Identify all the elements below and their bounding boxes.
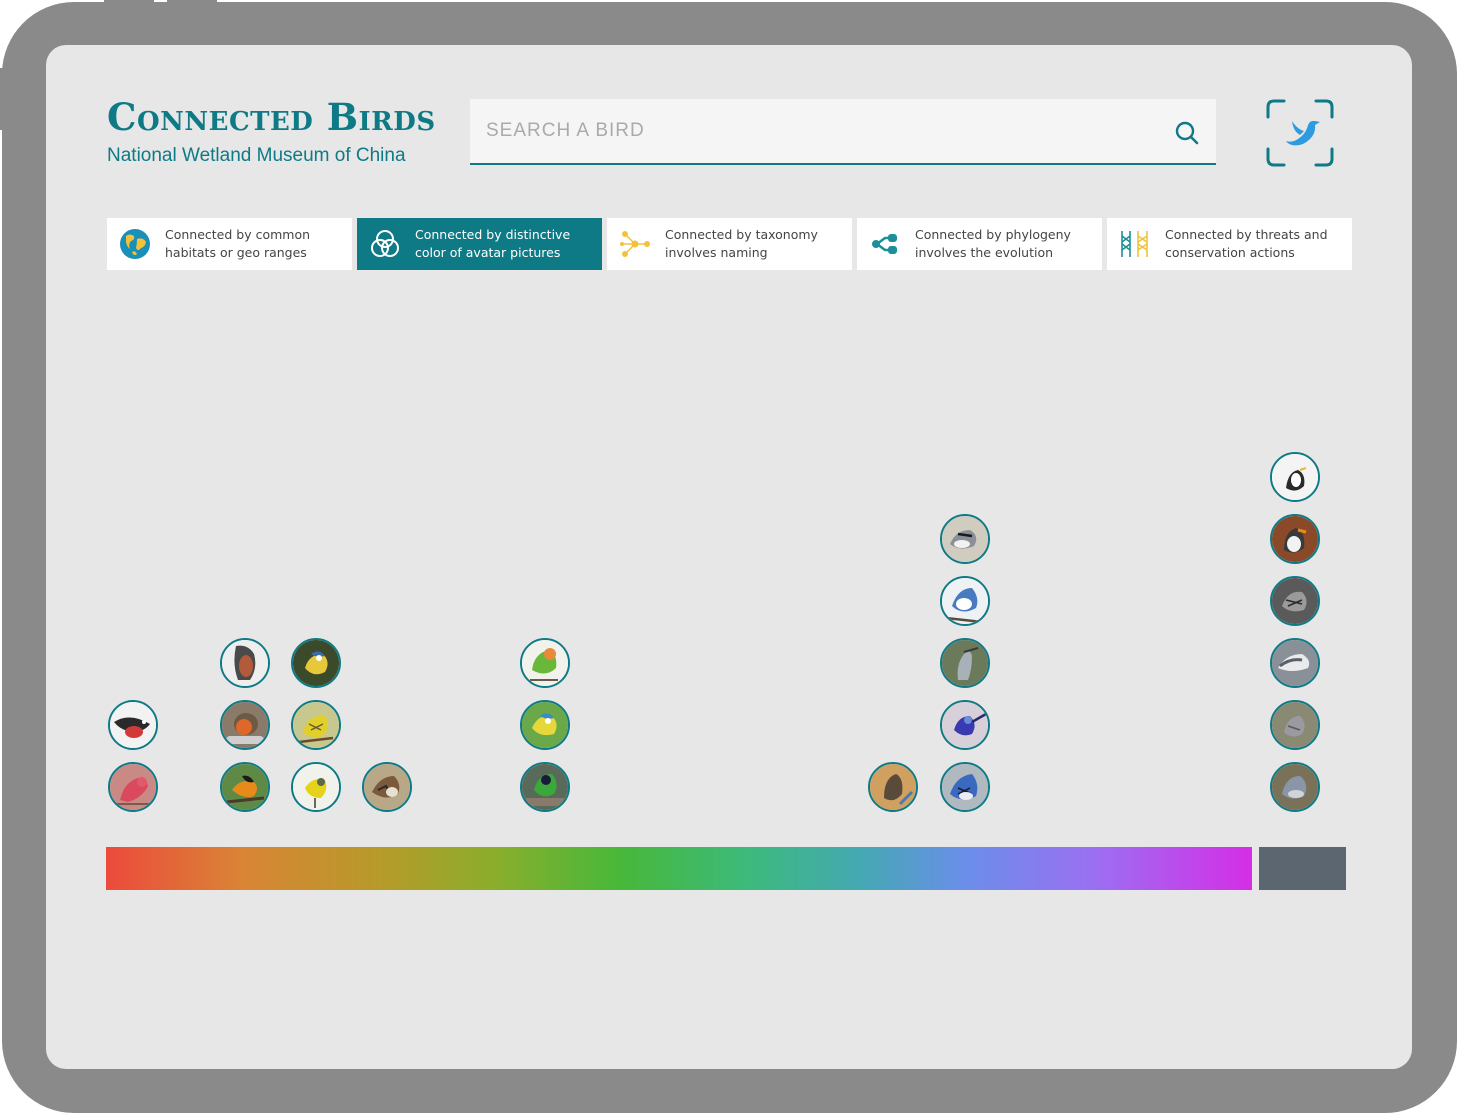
hardware-button-top-left — [104, 0, 154, 6]
bird-avatar-gray-bird-2[interactable] — [1270, 700, 1320, 750]
bird-avatar-blue-tit[interactable] — [291, 638, 341, 688]
phylogeny-tree-icon — [872, 234, 897, 254]
search-input[interactable] — [486, 99, 1166, 163]
taxonomy-network-icon — [620, 231, 650, 257]
app-screen: Connected Birds National Wetland Museum … — [46, 45, 1412, 1069]
bird-avatar-superb-fairywren[interactable] — [940, 700, 990, 750]
bird-avatar-yellow-warbler[interactable] — [291, 762, 341, 812]
hardware-button-side — [0, 68, 6, 130]
bird-avatar-chestnut-breasted-pigeon[interactable] — [220, 638, 270, 688]
search-icon[interactable] — [1174, 120, 1200, 146]
tab-label: Connected by threats and conservation ac… — [1165, 227, 1328, 260]
gray-color-swatch[interactable] — [1259, 847, 1346, 890]
bird-avatar-gray-white-gull[interactable] — [1270, 638, 1320, 688]
bird-scan-icon — [1286, 120, 1320, 146]
tab-threats[interactable]: Connected by threats and conservation ac… — [1107, 218, 1352, 270]
bird-avatar-yellow-streaked-bird[interactable] — [291, 700, 341, 750]
bird-avatar-blue-green-tit[interactable] — [520, 700, 570, 750]
bird-avatar-pink-finch[interactable] — [108, 762, 158, 812]
bird-avatar-sparrow[interactable] — [362, 762, 412, 812]
bird-avatar-gray-brown-bird-orange-bill[interactable] — [1270, 514, 1320, 564]
bird-avatar-blue-jay[interactable] — [940, 762, 990, 812]
bird-avatar-orange-oriole[interactable] — [220, 762, 270, 812]
bird-scan-button[interactable] — [1266, 99, 1334, 167]
bird-avatar-gray-heron[interactable] — [940, 638, 990, 688]
bird-avatar-european-robin[interactable] — [220, 700, 270, 750]
bird-avatar-white-throated-jay[interactable] — [940, 576, 990, 626]
app-subtitle: National Wetland Museum of China — [107, 145, 406, 166]
bird-avatar-green-parrot[interactable] — [520, 638, 570, 688]
bird-avatar-black-white-bird[interactable] — [1270, 452, 1320, 502]
bird-avatar-green-tanager[interactable] — [520, 762, 570, 812]
bird-avatar-brown-bird-blue-background[interactable] — [868, 762, 918, 812]
tab-label: Connected by distinctive color of avatar… — [415, 227, 571, 260]
globe-icon — [120, 229, 150, 259]
bird-avatar-gray-bird-1[interactable] — [1270, 762, 1320, 812]
tab-avatar-color[interactable]: Connected by distinctive color of avatar… — [357, 218, 602, 270]
tab-label: Connected by phylogeny involves the evol… — [915, 227, 1071, 260]
search-bar[interactable] — [470, 99, 1216, 165]
tab-habitats[interactable]: Connected by common habitats or geo rang… — [107, 218, 352, 270]
hardware-button-top — [167, 0, 217, 6]
tab-label: Connected by taxonomy involves naming — [665, 227, 818, 260]
color-circles-icon — [371, 230, 399, 257]
app-title: Connected Birds — [107, 95, 436, 139]
tab-phylogeny[interactable]: Connected by phylogeny involves the evol… — [857, 218, 1102, 270]
threats-fence-icon — [1121, 231, 1148, 257]
tab-taxonomy[interactable]: Connected by taxonomy involves naming — [607, 218, 852, 270]
color-spectrum-bar[interactable] — [106, 847, 1252, 890]
bird-avatar-black-and-white-bird-red-belly[interactable] — [108, 700, 158, 750]
bird-avatar-streaked-gray-bird[interactable] — [1270, 576, 1320, 626]
tab-label: Connected by common habitats or geo rang… — [165, 227, 311, 260]
bird-avatar-gray-shrike[interactable] — [940, 514, 990, 564]
